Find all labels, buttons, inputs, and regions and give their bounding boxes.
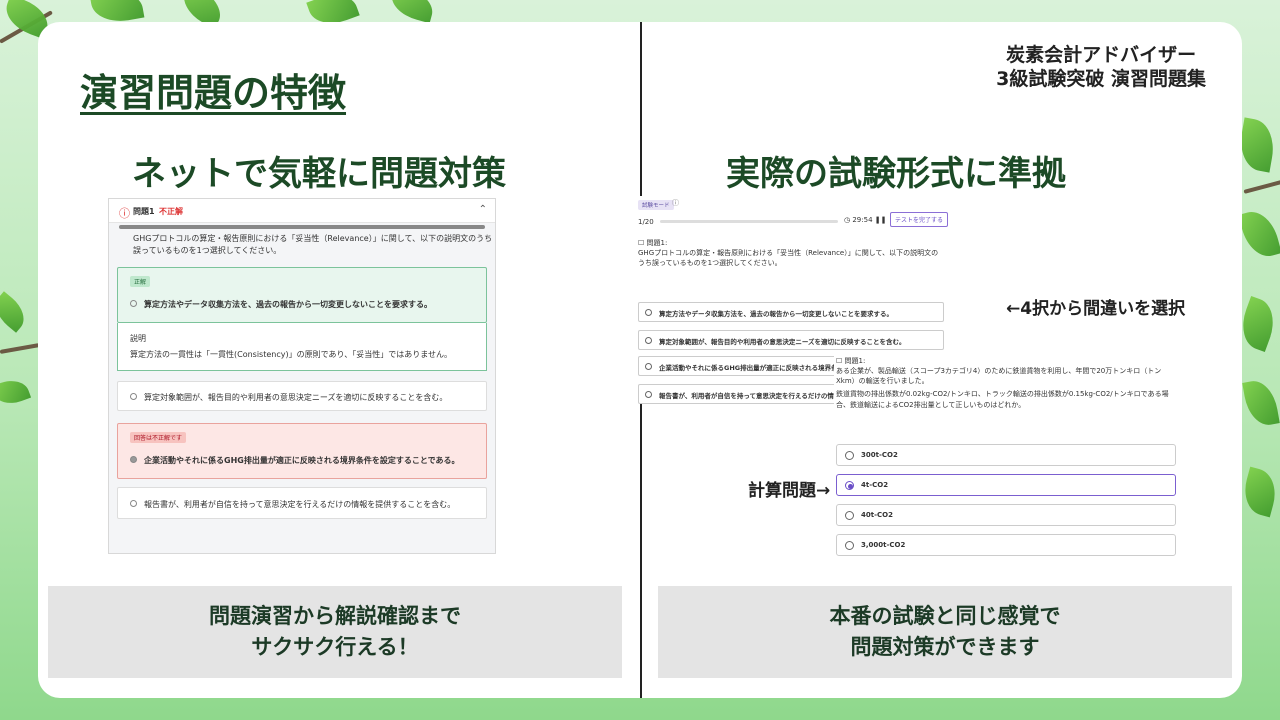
question-number: 問題1	[133, 207, 155, 216]
option-3[interactable]: 40t-CO2	[836, 504, 1176, 526]
clock-icon: ◷	[844, 216, 851, 224]
question-block: ☐ 問題1: GHGプロトコルの算定・報告原則における「妥当性（Relevanc…	[638, 238, 944, 268]
progress-bar	[660, 220, 838, 223]
page-title: 演習問題の特徴	[80, 71, 347, 115]
finish-test-button[interactable]: テストを完了する	[890, 212, 948, 227]
radio-icon	[645, 337, 652, 344]
left-caption-line1: 問題演習から解説確認まで	[209, 603, 461, 628]
option-4[interactable]: 3,000t-CO2	[836, 534, 1176, 556]
option-label: 報告書が、利用者が自信を持って意思決定を行えるだけの情報を提供することを含む。	[144, 500, 456, 509]
horizontal-scrollbar[interactable]	[119, 225, 485, 229]
left-caption: 問題演習から解説確認まで サクサク行える！	[48, 586, 622, 678]
question-label-text: 問題1:	[646, 239, 668, 247]
option-4[interactable]: 報告書が、利用者が自信を持って意思決定を行えるだけの情	[638, 384, 838, 404]
correct-option[interactable]: 正解 算定方法やデータ収集方法を、過去の報告から一切変更しないことを要求する。	[117, 267, 487, 323]
timer-value: 29:54	[852, 216, 873, 224]
option-label: 算定方法やデータ収集方法を、過去の報告から一切変更しないことを要求する。	[144, 300, 432, 309]
left-heading: ネットで気軽に問題対策	[132, 154, 506, 194]
question-header[interactable]: ⓘ 問題1 不正解 ⌃	[109, 199, 495, 223]
info-icon[interactable]: ⓘ	[672, 198, 679, 208]
question-label-text: 問題1:	[844, 357, 866, 365]
option-4[interactable]: 報告書が、利用者が自信を持って意思決定を行えるだけの情報を提供することを含む。	[117, 487, 487, 519]
option-2[interactable]: 算定対象範囲が、報告目的や利用者の意思決定ニーズを適切に反映することを含む。	[638, 330, 944, 350]
correct-tag: 正解	[130, 276, 151, 287]
option-1[interactable]: 300t-CO2	[836, 444, 1176, 466]
incorrect-status: 不正解	[159, 207, 183, 216]
question-label: ☐ 問題1:	[638, 238, 944, 248]
timer: ◷ 29:54 ❚❚	[844, 216, 887, 224]
chevron-up-icon[interactable]: ⌃	[479, 204, 487, 215]
radio-icon	[645, 363, 652, 370]
right-caption-line1: 本番の試験と同じ感覚で	[829, 603, 1061, 628]
question-text-1: ある企業が、製品輸送（スコープ3カテゴリ4）のために鉄道貨物を利用し、年間で20…	[836, 367, 1162, 386]
option-label: 算定対象範囲が、報告目的や利用者の意思決定ニーズを適切に反映することを含む。	[144, 393, 448, 402]
option-label: 算定対象範囲が、報告目的や利用者の意思決定ニーズを適切に反映することを含む。	[659, 338, 906, 346]
radio-icon	[845, 451, 854, 460]
progress-label: 1/20	[638, 218, 654, 226]
explanation-label: 説明	[130, 334, 146, 343]
option-label: 4t-CO2	[861, 481, 889, 489]
explanation-panel: 説明 算定方法の一貫性は「一貫性(Consistency)」の原則であり、「妥当…	[117, 323, 487, 371]
warning-icon: ⓘ	[119, 207, 130, 220]
option-label: 40t-CO2	[861, 511, 893, 519]
option-label: 300t-CO2	[861, 451, 898, 459]
brand-label: 炭素会計アドバイザー 3級試験突破 演習問題集	[996, 44, 1206, 92]
checkbox-icon[interactable]: ☐	[638, 239, 644, 247]
option-label: 企業活動やそれに係るGHG排出量が適正に反映される境界条件を設定することである。	[144, 456, 460, 465]
right-caption-line2: 問題対策ができます	[850, 635, 1040, 659]
question-text-2: 鉄道貨物の排出係数が0.02kg-CO2/トンキロ、トラック輸送の排出係数が0.…	[836, 390, 1169, 409]
explanation-text: 算定方法の一貫性は「一貫性(Consistency)」の原則であり、「妥当性」で…	[130, 350, 452, 359]
radio-icon	[845, 541, 854, 550]
option-label: 3,000t-CO2	[861, 541, 906, 549]
radio-icon	[645, 391, 652, 398]
left-caption-line2: サクサク行える！	[251, 635, 419, 659]
right-heading: 実際の試験形式に準拠	[726, 154, 1066, 194]
radio-icon	[845, 511, 854, 520]
question-text: GHGプロトコルの算定・報告原則における「妥当性（Relevance）」に関して…	[638, 249, 939, 268]
radio-selected-icon	[845, 481, 854, 490]
wrong-tag: 回答は不正解です	[130, 432, 187, 443]
radio-icon	[130, 393, 137, 400]
select-annotation: ←4択から間違いを選択	[1006, 299, 1186, 319]
radio-selected-icon	[130, 456, 137, 463]
option-label: 算定方法やデータ収集方法を、過去の報告から一切変更しないことを要求する。	[659, 310, 893, 318]
brand-line1: 炭素会計アドバイザー	[1006, 44, 1197, 66]
pause-icon[interactable]: ❚❚	[875, 216, 887, 224]
radio-icon	[645, 309, 652, 316]
calculation-question-screenshot: ☐ 問題1: ある企業が、製品輸送（スコープ3カテゴリ4）のために鉄道貨物を利用…	[834, 354, 1180, 556]
right-caption: 本番の試験と同じ感覚で 問題対策ができます	[658, 586, 1232, 678]
practice-result-screenshot: ⓘ 問題1 不正解 ⌃ GHGプロトコルの算定・報告原則における「妥当性（Rel…	[108, 198, 496, 554]
question-block: ☐ 問題1: ある企業が、製品輸送（スコープ3カテゴリ4）のために鉄道貨物を利用…	[836, 356, 1176, 410]
option-2[interactable]: 算定対象範囲が、報告目的や利用者の意思決定ニーズを適切に反映することを含む。	[117, 381, 487, 411]
option-1[interactable]: 算定方法やデータ収集方法を、過去の報告から一切変更しないことを要求する。	[638, 302, 944, 322]
checkbox-icon[interactable]: ☐	[836, 357, 842, 365]
radio-icon	[130, 300, 137, 307]
option-label: 報告書が、利用者が自信を持って意思決定を行えるだけの情	[659, 392, 834, 400]
brand-line2: 3級試験突破 演習問題集	[996, 67, 1206, 90]
radio-icon	[130, 500, 137, 507]
question-label: ☐ 問題1:	[836, 356, 1176, 366]
calc-annotation: 計算問題→	[748, 481, 831, 501]
option-2-selected[interactable]: 4t-CO2	[836, 474, 1176, 496]
wrong-option[interactable]: 回答は不正解です 企業活動やそれに係るGHG排出量が適正に反映される境界条件を設…	[117, 423, 487, 479]
mode-badge: 試験モード	[638, 200, 674, 210]
question-text: GHGプロトコルの算定・報告原則における「妥当性（Relevance）」に関して…	[133, 234, 493, 255]
